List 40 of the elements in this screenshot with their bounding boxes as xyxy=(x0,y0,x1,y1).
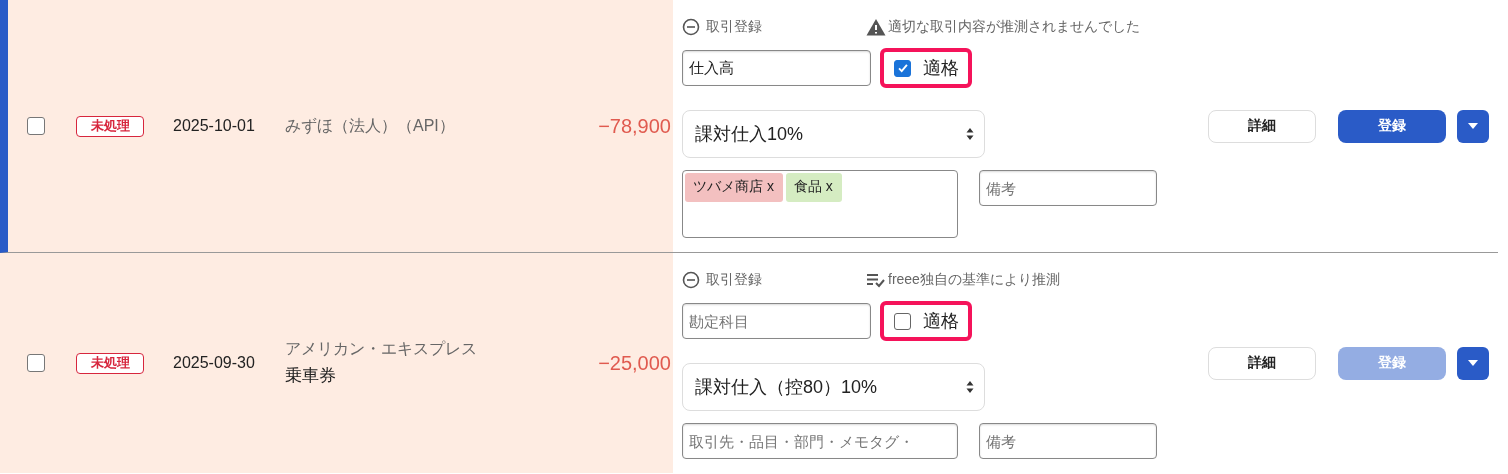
detail-button[interactable]: 詳細 xyxy=(1208,346,1316,380)
list-check-icon xyxy=(866,272,886,288)
description-text: みずほ（法人）（API） xyxy=(285,115,456,136)
date-text: 2025-10-01 xyxy=(173,117,256,135)
amount-text: −78,900 xyxy=(598,114,672,138)
memo-text: 乗車券 xyxy=(285,365,337,387)
register-button[interactable]: 登録 xyxy=(1338,109,1446,143)
tag-chip[interactable]: ツバメ商店 x xyxy=(685,173,783,202)
dropdown-button[interactable] xyxy=(1457,109,1489,143)
amount-text: −25,000 xyxy=(598,351,672,375)
sort-arrows-icon xyxy=(966,127,974,141)
description-text: アメリカン・エキスプレス xyxy=(285,339,478,359)
warning-icon xyxy=(866,18,886,36)
status-badge: 未処理 xyxy=(76,352,144,374)
tax-select[interactable]: 課対仕入10% xyxy=(682,110,985,158)
tag-chip[interactable]: 食品 x xyxy=(785,173,842,202)
tax-select[interactable]: 課対仕入（控80）10% xyxy=(682,363,985,411)
detail-button[interactable]: 詳細 xyxy=(1208,109,1316,143)
qualified-checkbox[interactable]: 適格 xyxy=(880,301,972,341)
account-field[interactable]: 勘定科目 xyxy=(682,303,871,339)
hint-text: 適切な取引内容が推測されませんでした xyxy=(888,18,1140,36)
tag-field[interactable]: 取引先・品目・部門・メモタグ・ xyxy=(682,423,958,459)
minus-circle-icon xyxy=(682,271,700,289)
hint-text: freee独自の基準により推測 xyxy=(888,271,1060,289)
collapse-toggle[interactable]: 取引登録 xyxy=(682,18,866,36)
checkbox[interactable] xyxy=(27,354,45,372)
date-text: 2025-09-30 xyxy=(173,354,256,372)
note-field[interactable]: 備考 xyxy=(979,423,1157,459)
dropdown-button[interactable] xyxy=(1457,346,1489,380)
account-field[interactable]: 仕入高 xyxy=(682,50,871,86)
collapse-toggle[interactable]: 取引登録 xyxy=(682,271,866,289)
minus-circle-icon xyxy=(682,18,700,36)
status-badge: 未処理 xyxy=(76,115,144,137)
checkbox[interactable] xyxy=(27,117,45,135)
caret-icon xyxy=(1468,360,1478,366)
note-field[interactable]: 備考 xyxy=(979,170,1157,206)
sort-arrows-icon xyxy=(966,380,974,394)
caret-icon xyxy=(1468,123,1478,129)
qualified-checkbox[interactable]: 適格 xyxy=(880,48,972,88)
tag-field[interactable]: ツバメ商店 x 食品 x xyxy=(682,170,958,238)
